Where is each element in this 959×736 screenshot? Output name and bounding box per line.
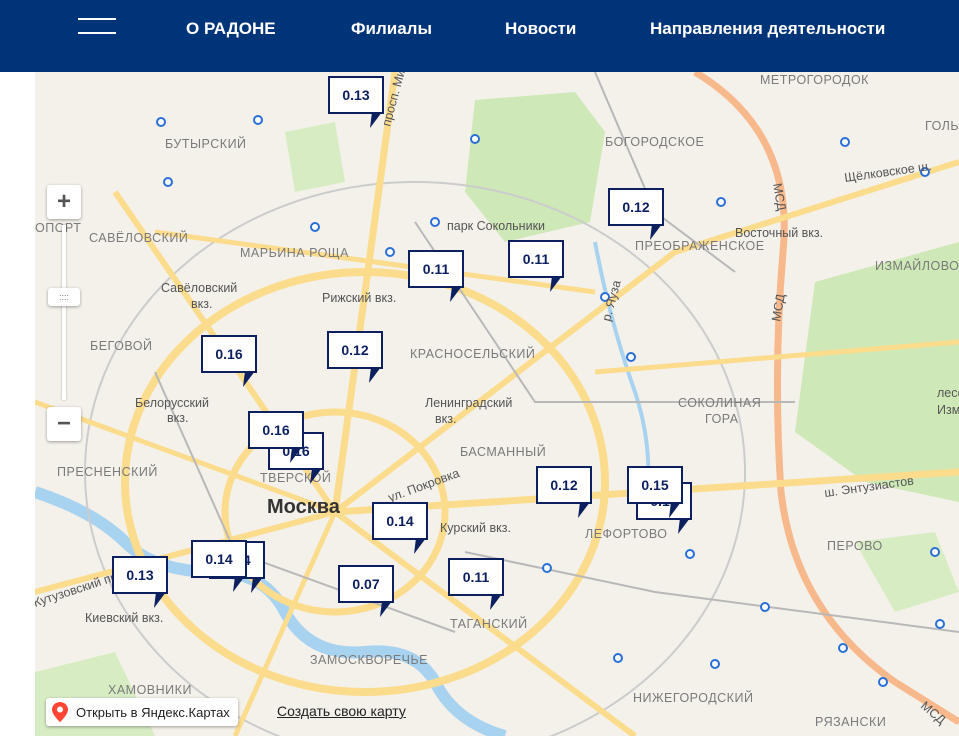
- svg-text:Щёлковское ш.: Щёлковское ш.: [843, 159, 932, 185]
- svg-text:ГОРА: ГОРА: [705, 412, 739, 426]
- menu-icon[interactable]: [78, 18, 116, 38]
- radiation-marker[interactable]: 0.16: [201, 335, 261, 387]
- map-canvas: МЕТРОГОРОДОК БУТЫРСКИЙ БОГОРОДСКОЕ ГОЛЬ …: [35, 72, 959, 736]
- open-yandex-maps-label: Открыть в Яндекс.Картах: [76, 704, 230, 720]
- svg-text:РЯЗАНСКИ: РЯЗАНСКИ: [815, 715, 886, 729]
- radiation-marker[interactable]: 0.14: [372, 502, 432, 554]
- svg-text:БУТЫРСКИЙ: БУТЫРСКИЙ: [165, 136, 247, 151]
- open-yandex-maps-button[interactable]: Открыть в Яндекс.Картах: [46, 698, 238, 726]
- radiation-marker[interactable]: 0.11: [508, 240, 568, 292]
- nav-item-about[interactable]: О РАДОНЕ: [186, 18, 276, 40]
- svg-text:ЗАМОСКВОРЕЧЬЕ: ЗАМОСКВОРЕЧЬЕ: [310, 653, 428, 667]
- zoom-slider-handle[interactable]: ::::: [48, 288, 80, 306]
- svg-text:Киевский вкз.: Киевский вкз.: [85, 611, 163, 625]
- svg-text:ПЕРОВО: ПЕРОВО: [827, 539, 883, 553]
- svg-text:Измай: Измай: [937, 403, 959, 417]
- svg-text:ПРЕСНЕНСКИЙ: ПРЕСНЕНСКИЙ: [57, 464, 158, 479]
- svg-text:Рижский вкз.: Рижский вкз.: [322, 291, 396, 305]
- svg-text:ПРЕОБРАЖЕНСКОЕ: ПРЕОБРАЖЕНСКОЕ: [635, 239, 765, 253]
- zoom-control: + :::: −: [47, 185, 81, 445]
- nav-item-news[interactable]: Новости: [505, 18, 576, 40]
- radiation-marker[interactable]: 0.11: [408, 250, 468, 302]
- svg-text:ГОЛЬ: ГОЛЬ: [925, 119, 959, 133]
- svg-text:САВЁЛОВСКИЙ: САВЁЛОВСКИЙ: [89, 230, 188, 245]
- svg-text:лесопа: лесопа: [937, 386, 959, 400]
- nav-item-branches[interactable]: Филиалы: [351, 18, 432, 40]
- svg-text:МСД: МСД: [769, 292, 788, 322]
- svg-text:ул. Покровка: ул. Покровка: [386, 466, 461, 505]
- svg-text:СОКОЛИНАЯ: СОКОЛИНАЯ: [678, 396, 761, 410]
- svg-text:МАРЬИНА РОЩА: МАРЬИНА РОЩА: [240, 246, 349, 260]
- svg-text:вкз.: вкз.: [191, 297, 212, 311]
- svg-text:МСД: МСД: [918, 699, 949, 728]
- create-map-link[interactable]: Создать свою карту: [277, 703, 406, 719]
- svg-text:ХАМОВНИКИ: ХАМОВНИКИ: [108, 683, 192, 697]
- radiation-marker[interactable]: 0.12: [327, 331, 387, 383]
- svg-text:Курский вкз.: Курский вкз.: [440, 521, 511, 535]
- svg-text:ТАГАНСКИЙ: ТАГАНСКИЙ: [450, 616, 528, 631]
- zoom-slider-track[interactable]: [62, 225, 66, 400]
- svg-text:БОГОРОДСКОЕ: БОГОРОДСКОЕ: [605, 135, 704, 149]
- radiation-marker[interactable]: 0.14: [191, 540, 251, 592]
- zoom-in-button[interactable]: +: [47, 185, 81, 219]
- map-pin-icon: [52, 702, 68, 722]
- radiation-marker[interactable]: 0.12: [608, 188, 668, 240]
- svg-text:МСД: МСД: [770, 182, 789, 212]
- radiation-marker[interactable]: 0.07: [338, 565, 398, 617]
- svg-text:ИЗМАЙЛОВО: ИЗМАЙЛОВО: [875, 258, 959, 273]
- site-header: О РАДОНЕ Филиалы Новости Направления дея…: [0, 0, 959, 72]
- radiation-marker[interactable]: 0.12: [536, 466, 596, 518]
- yandex-map[interactable]: МЕТРОГОРОДОК БУТЫРСКИЙ БОГОРОДСКОЕ ГОЛЬ …: [35, 72, 959, 736]
- svg-text:парк Сокольники: парк Сокольники: [447, 219, 545, 233]
- radiation-marker[interactable]: 0.16: [248, 411, 308, 463]
- svg-text:вкз.: вкз.: [167, 411, 188, 425]
- radiation-marker[interactable]: 0.11: [448, 558, 508, 610]
- radiation-marker[interactable]: 0.15: [627, 466, 687, 518]
- svg-text:Восточный вкз.: Восточный вкз.: [735, 226, 823, 240]
- svg-text:КРАСНОСЕЛЬСКИЙ: КРАСНОСЕЛЬСКИЙ: [410, 346, 535, 361]
- svg-text:Москва: Москва: [267, 496, 341, 518]
- radiation-marker[interactable]: 0.13: [328, 76, 388, 128]
- radiation-marker[interactable]: 0.13: [112, 556, 172, 608]
- svg-text:Ленинградский: Ленинградский: [425, 396, 512, 410]
- svg-text:Савёловский: Савёловский: [161, 281, 237, 295]
- svg-text:БЕГОВОЙ: БЕГОВОЙ: [90, 338, 152, 353]
- zoom-out-button[interactable]: −: [47, 407, 81, 441]
- svg-text:НИЖЕГОРОДСКИЙ: НИЖЕГОРОДСКИЙ: [633, 690, 753, 705]
- svg-text:вкз.: вкз.: [435, 412, 456, 426]
- svg-text:БАСМАННЫЙ: БАСМАННЫЙ: [460, 444, 546, 459]
- nav-item-activities[interactable]: Направления деятельности: [650, 18, 885, 40]
- svg-text:Белорусский: Белорусский: [135, 396, 209, 410]
- svg-text:МЕТРОГОРОДОК: МЕТРОГОРОДОК: [760, 73, 869, 87]
